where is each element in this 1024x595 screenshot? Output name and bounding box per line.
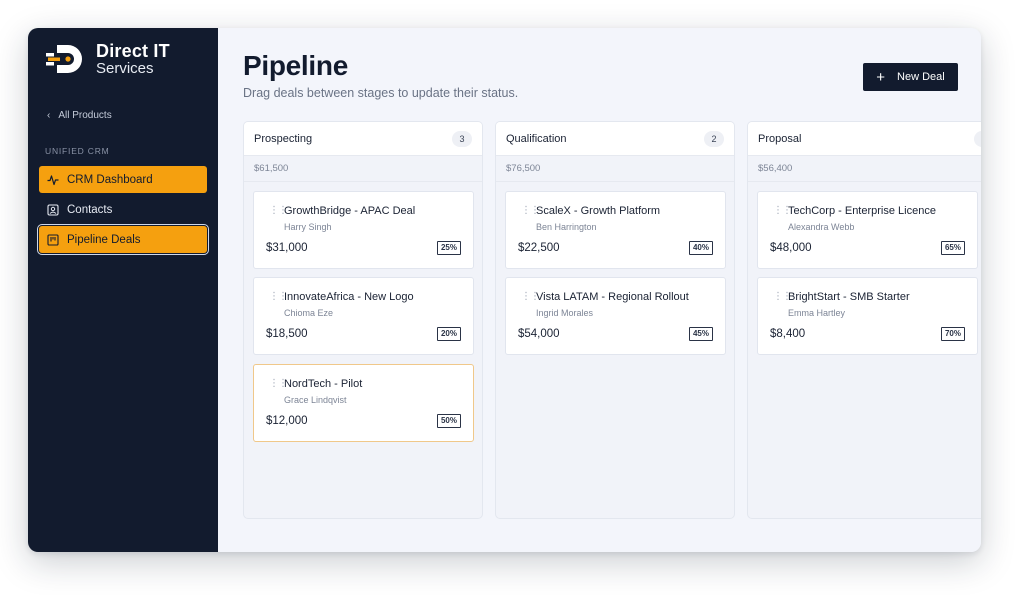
probability-badge: 70%: [940, 327, 965, 341]
deal-amount: $48,000: [770, 242, 812, 254]
stage-column-proposal[interactable]: Proposal $56,400 ⋮⋮ TechCorp - Enterpris…: [747, 121, 981, 519]
all-products-label: All Products: [58, 110, 112, 121]
probability-badge: 25%: [436, 241, 461, 255]
deal-title: NordTech - Pilot: [284, 378, 363, 390]
app-window: Direct IT Services ‹ All Products UNIFIE…: [28, 28, 981, 552]
all-products-link[interactable]: ‹ All Products: [47, 110, 112, 121]
brand-name: Direct IT: [96, 41, 170, 61]
column-total: $56,400: [748, 156, 981, 182]
brand-subtitle: Services: [96, 60, 154, 77]
sidebar-item-label: CRM Dashboard: [67, 173, 153, 186]
stage-column-prospecting[interactable]: Prospecting 3 $61,500 ⋮⋮ GrowthBridge - …: [243, 121, 483, 519]
deal-owner: Alexandra Webb: [788, 222, 855, 232]
column-title: Proposal: [758, 132, 802, 145]
deal-count-badge: 2: [704, 130, 724, 147]
column-title: Qualification: [506, 132, 567, 145]
column-title: Prospecting: [254, 132, 313, 145]
page-title: Pipeline: [243, 50, 348, 81]
chevron-left-icon: ‹: [47, 110, 51, 121]
deal-owner: Emma Hartley: [788, 308, 846, 318]
activity-icon: [47, 174, 59, 186]
deal-card[interactable]: ⋮⋮ ScaleX - Growth Platform Ben Harringt…: [505, 191, 726, 269]
sidebar-item-pipeline-deals[interactable]: Pipeline Deals: [37, 224, 209, 255]
deal-card[interactable]: ⋮⋮ InnovateAfrica - New Logo Chioma Eze …: [253, 277, 474, 355]
deal-title: TechCorp - Enterprise Licence: [788, 205, 936, 217]
deal-amount: $54,000: [518, 328, 560, 340]
deal-amount: $8,400: [770, 328, 806, 340]
deal-owner: Ingrid Morales: [536, 308, 594, 318]
column-total: $76,500: [496, 156, 734, 182]
probability-badge: 40%: [688, 241, 713, 255]
kanban-icon: [47, 233, 59, 246]
column-header: Qualification 2: [496, 122, 734, 156]
new-deal-label: New Deal: [897, 71, 945, 83]
stage-column-qualification[interactable]: Qualification 2 $76,500 ⋮⋮ ScaleX - Grow…: [495, 121, 735, 519]
new-deal-button[interactable]: + New Deal: [863, 63, 958, 91]
deal-amount: $31,000: [266, 242, 308, 254]
plus-icon: +: [876, 68, 886, 86]
section-label: UNIFIED CRM: [45, 146, 110, 156]
probability-badge: 20%: [436, 327, 461, 341]
deal-title: ScaleX - Growth Platform: [536, 205, 661, 217]
sidebar-item-label: Contacts: [67, 203, 113, 216]
sidebar: Direct IT Services ‹ All Products UNIFIE…: [28, 28, 218, 552]
deal-card[interactable]: ⋮⋮ BrightStart - SMB Starter Emma Hartle…: [757, 277, 978, 355]
deal-title: BrightStart - SMB Starter: [788, 291, 910, 303]
column-header: Prospecting 3: [244, 122, 482, 156]
deal-owner: Grace Lindqvist: [284, 395, 347, 405]
deal-amount: $18,500: [266, 328, 308, 340]
probability-badge: 45%: [688, 327, 713, 341]
logo-mark-icon: [46, 45, 82, 73]
deal-title: GrowthBridge - APAC Deal: [284, 205, 416, 217]
sidebar-item-contacts[interactable]: Contacts: [39, 196, 207, 223]
sidebar-item-label: Pipeline Deals: [67, 233, 141, 246]
deal-card[interactable]: ⋮⋮ TechCorp - Enterprise Licence Alexand…: [757, 191, 978, 269]
deal-card[interactable]: ⋮⋮ NordTech - Pilot Grace Lindqvist $12,…: [253, 364, 474, 442]
deal-owner: Harry Singh: [284, 222, 332, 232]
deal-title: InnovateAfrica - New Logo: [284, 291, 414, 303]
brand-logo[interactable]: Direct IT Services: [44, 42, 170, 76]
column-header: Proposal: [748, 122, 981, 156]
deal-count-badge: [974, 130, 981, 147]
deal-card[interactable]: ⋮⋮ Vista LATAM - Regional Rollout Ingrid…: [505, 277, 726, 355]
probability-badge: 50%: [436, 414, 461, 428]
deal-owner: Chioma Eze: [284, 308, 334, 318]
deal-count-badge: 3: [452, 130, 472, 147]
page-subtitle: Drag deals between stages to update thei…: [243, 86, 519, 100]
main-content: Pipeline Drag deals between stages to up…: [218, 28, 981, 552]
sidebar-item-crm-dashboard[interactable]: CRM Dashboard: [39, 166, 207, 193]
probability-badge: 65%: [940, 241, 965, 255]
column-total: $61,500: [244, 156, 482, 182]
deal-owner: Ben Harrington: [536, 222, 597, 232]
deal-card[interactable]: ⋮⋮ GrowthBridge - APAC Deal Harry Singh …: [253, 191, 474, 269]
contact-card-icon: [47, 203, 59, 216]
deal-title: Vista LATAM - Regional Rollout: [536, 291, 689, 303]
deal-amount: $12,000: [266, 415, 308, 427]
deal-amount: $22,500: [518, 242, 560, 254]
